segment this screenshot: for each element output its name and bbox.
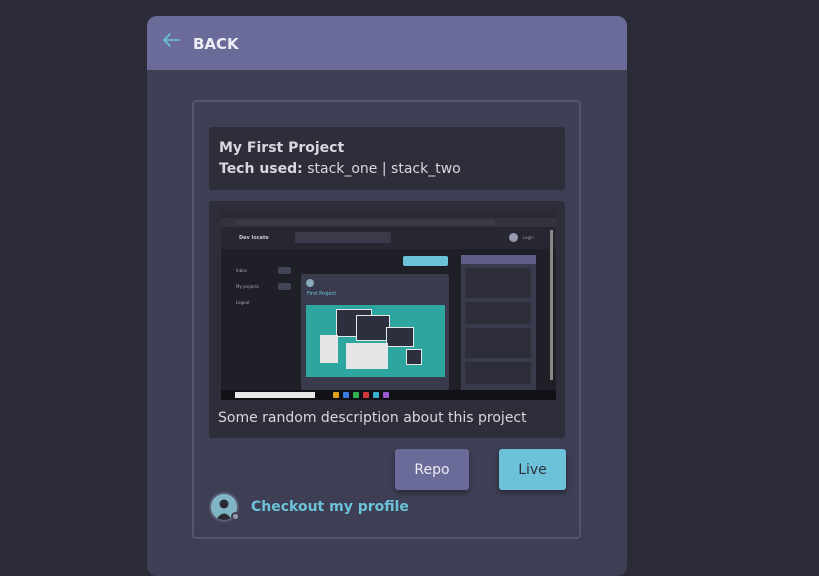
preview-sidebar-item: My projects — [236, 284, 260, 289]
laptop-shape — [346, 343, 388, 369]
tablet-shape — [406, 349, 422, 365]
preview-brand: Dev locate — [239, 235, 269, 241]
preview-card-title: First Project — [307, 291, 337, 297]
modal-header: BACK — [147, 16, 627, 70]
phone-shape — [320, 335, 338, 363]
monitor-shape — [386, 327, 414, 347]
preview-scrollbar — [550, 230, 553, 380]
tech-used-label: Tech used: — [219, 161, 303, 177]
preview-activity-header — [461, 255, 536, 264]
project-preview-box: Dev locate Login Inbox My projects Logou… — [209, 201, 565, 438]
monitor-shape — [356, 315, 390, 341]
preview-card-image — [306, 305, 445, 377]
live-button[interactable]: Live — [499, 449, 566, 490]
taskbar-icon — [373, 392, 379, 398]
address-field — [235, 220, 495, 225]
preview-activity-item — [465, 328, 531, 358]
browser-tab-bar — [221, 210, 556, 218]
preview-create-button — [403, 256, 448, 266]
tech-used: Tech used: stack_one | stack_two — [219, 158, 555, 180]
back-button[interactable]: BACK — [193, 35, 239, 53]
project-description: Some random description about this proje… — [218, 410, 527, 426]
preview-search — [295, 232, 391, 243]
preview-badge — [278, 267, 291, 274]
tech-used-value: stack_one | stack_two — [307, 161, 461, 177]
taskbar-icon — [363, 392, 369, 398]
taskbar-icon — [333, 392, 339, 398]
repo-button[interactable]: Repo — [395, 449, 469, 490]
project-card: My First Project Tech used: stack_one | … — [192, 100, 581, 539]
preview-activity-item — [465, 268, 531, 298]
preview-taskbar-search — [235, 392, 315, 398]
taskbar-icon — [353, 392, 359, 398]
preview-badge — [278, 283, 291, 290]
preview-sidebar-item: Logout — [236, 300, 250, 305]
status-indicator — [231, 512, 240, 521]
taskbar-icon — [383, 392, 389, 398]
arrow-left-icon[interactable] — [161, 30, 181, 50]
preview-login: Login — [523, 235, 534, 240]
project-modal: BACK My First Project Tech used: stack_o… — [147, 16, 627, 576]
preview-activity-item — [465, 362, 531, 384]
preview-activity-item — [465, 302, 531, 324]
preview-avatar — [509, 233, 518, 242]
profile-link[interactable]: Checkout my profile — [251, 499, 409, 515]
taskbar-icon — [343, 392, 349, 398]
project-title: My First Project — [219, 140, 345, 156]
preview-card-avatar — [306, 279, 314, 287]
project-screenshot: Dev locate Login Inbox My projects Logou… — [221, 210, 556, 400]
preview-sidebar-item: Inbox — [236, 268, 247, 273]
project-info: My First Project Tech used: stack_one | … — [209, 127, 565, 190]
